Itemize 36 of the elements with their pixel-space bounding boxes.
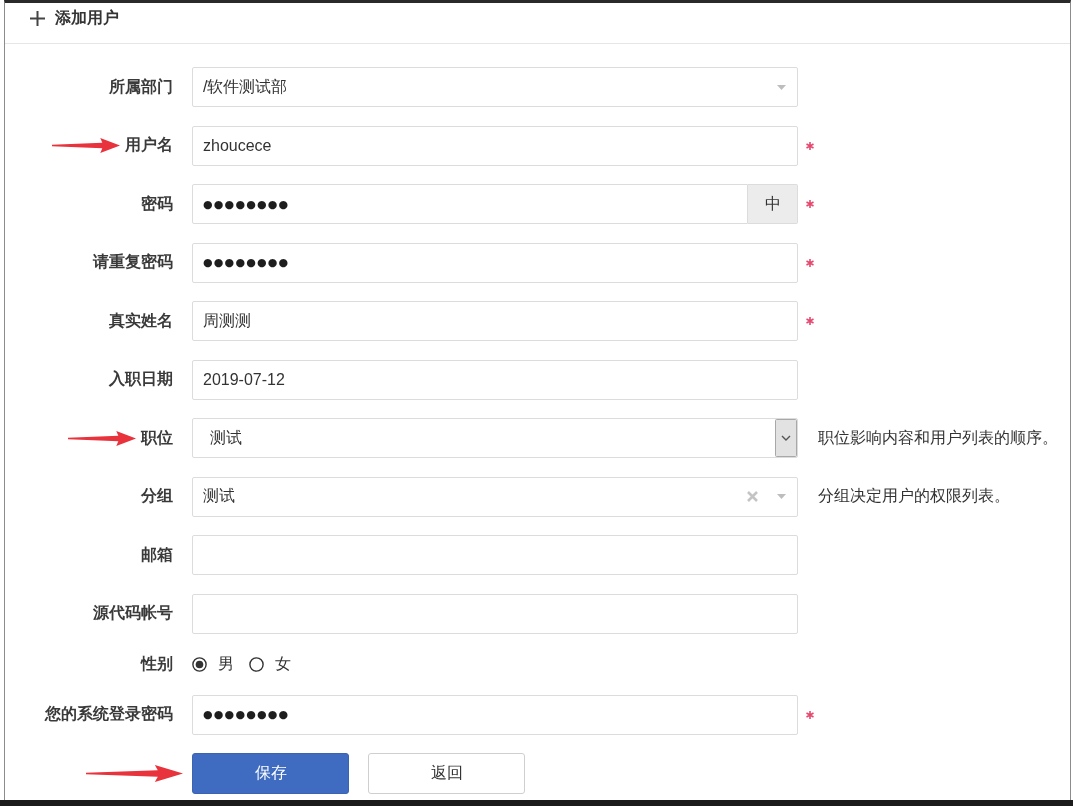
field-label: 所属部门	[109, 76, 173, 97]
field-label: 入职日期	[109, 369, 173, 389]
clear-icon	[747, 491, 758, 502]
field-label: 密码	[141, 193, 173, 214]
radio-option[interactable]: 女	[249, 653, 291, 675]
dropdown-field[interactable]: 测试	[192, 418, 798, 458]
field-label: 邮箱	[141, 544, 173, 565]
text-field[interactable]	[192, 593, 798, 634]
radio-option[interactable]: 男	[192, 653, 234, 675]
help-text: 职位影响内容和用户列表的顺序。	[818, 427, 1058, 448]
field-label: 您的系统登录密码	[45, 704, 173, 724]
field-label: 性别	[141, 653, 173, 674]
caret-down-icon	[777, 494, 786, 499]
password-field[interactable]: ●●●●●●●●	[192, 184, 748, 224]
password-field[interactable]: ●●●●●●●●	[192, 242, 798, 283]
field-label: 请重复密码	[93, 252, 173, 272]
page-title: 添加用户	[55, 8, 119, 28]
help-text: 分组决定用户的权限列表。	[818, 486, 1010, 506]
field-label: 用户名	[125, 135, 173, 155]
save-button[interactable]: 保存	[192, 753, 349, 794]
field-label: 源代码帐号	[93, 603, 173, 623]
password-field[interactable]: ●●●●●●●●	[192, 694, 798, 735]
select-field[interactable]: 测试	[192, 476, 798, 517]
field-label: 职位	[141, 427, 173, 448]
back-button[interactable]: 返回	[368, 753, 525, 794]
chevron-down-icon	[775, 419, 797, 457]
strength-indicator: 中	[748, 184, 798, 224]
text-field[interactable]: 周测测	[192, 301, 798, 341]
text-field[interactable]: zhoucece	[192, 125, 798, 166]
text-field[interactable]: 2019-07-12	[192, 359, 798, 400]
text-field[interactable]	[192, 535, 798, 575]
caret-down-icon	[777, 84, 786, 90]
field-label: 分组	[141, 486, 173, 506]
field-label: 真实姓名	[109, 310, 173, 331]
plus-icon	[30, 11, 45, 26]
select-field[interactable]: /软件测试部	[192, 67, 798, 107]
